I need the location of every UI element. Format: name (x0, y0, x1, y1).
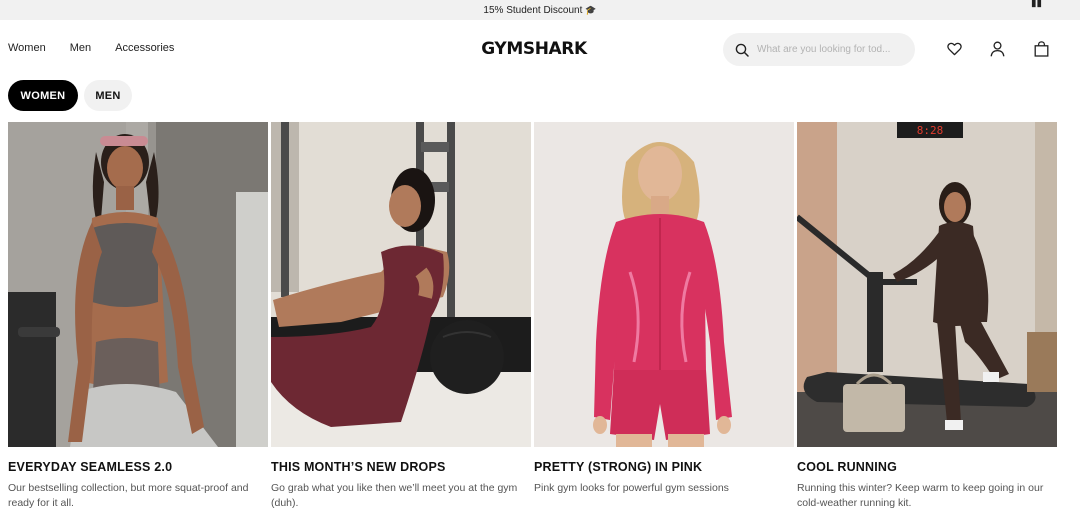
collection-card[interactable]: THIS MONTH’S NEW DROPS Go grab what you … (271, 122, 531, 511)
gym-clock-readout: 8:28 (917, 124, 944, 137)
gender-toggle: WOMEN MEN (8, 80, 132, 111)
search-input[interactable] (757, 44, 905, 55)
search-icon (735, 43, 749, 57)
collection-description: Running this winter? Keep warm to keep g… (797, 482, 1044, 509)
collection-image-new-drops[interactable] (271, 122, 531, 447)
graduation-cap-icon: 🎓 (585, 4, 597, 15)
collection-image-pretty-in-pink[interactable] (534, 122, 794, 447)
collection-description: Go grab what you like then we’ll meet yo… (271, 482, 518, 509)
pause-icon[interactable]: ▮▮ (1031, 0, 1042, 9)
men-toggle-button[interactable]: MEN (84, 80, 132, 111)
collection-card[interactable]: EVERYDAY SEAMLESS 2.0 Our bestselling co… (8, 122, 268, 511)
collection-image-everyday-seamless[interactable] (8, 122, 268, 447)
collection-title[interactable]: EVERYDAY SEAMLESS 2.0 (8, 460, 268, 474)
collection-card[interactable]: PRETTY (STRONG) IN PINK Pink gym looks f… (534, 122, 794, 496)
collection-title[interactable]: COOL RUNNING (797, 460, 1057, 474)
collection-title[interactable]: THIS MONTH’S NEW DROPS (271, 460, 531, 474)
collection-image-cool-running[interactable]: 8:28 (797, 122, 1057, 447)
heart-icon[interactable] (945, 40, 963, 58)
collection-title[interactable]: PRETTY (STRONG) IN PINK (534, 460, 794, 474)
collection-description: Pink gym looks for powerful gym sessions (534, 482, 729, 494)
promo-text[interactable]: 15% Student Discount (483, 5, 582, 16)
women-toggle-button[interactable]: WOMEN (8, 80, 78, 111)
bag-icon[interactable] (1032, 40, 1050, 58)
collection-description: Our bestselling collection, but more squ… (8, 482, 249, 509)
site-header: Women Men Accessories GYMSHARK (0, 20, 1080, 78)
account-icon[interactable] (988, 40, 1006, 58)
search-bar[interactable] (723, 33, 915, 66)
promo-bar[interactable]: 15% Student Discount 🎓 ▮▮ (0, 0, 1080, 20)
collection-card[interactable]: 8:28 COOL RUNNING Running this winter? K… (797, 122, 1057, 511)
